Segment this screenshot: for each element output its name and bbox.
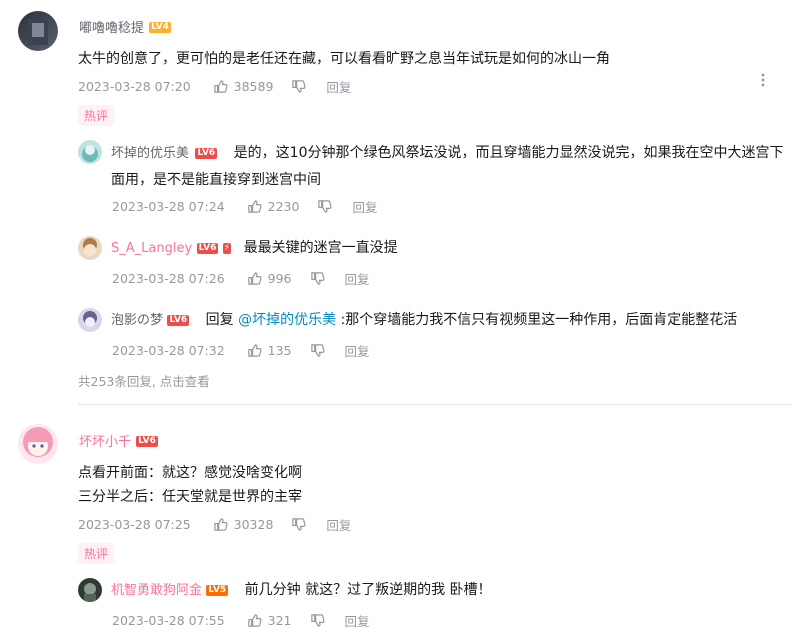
thumb-down-icon [310,272,325,285]
view-more-replies-link[interactable]: 共253条回复, 点击查看 [78,371,210,390]
comment-time: 2023-03-28 07:26 [112,271,225,286]
like-count: 996 [267,271,292,286]
comment-time: 2023-03-28 07:25 [78,517,191,532]
like-count: 135 [267,343,292,358]
like-button[interactable]: 135 [247,343,292,358]
username[interactable]: 坏坏小千 [79,435,131,450]
comment-content: 点看开前面：就这？感觉没啥变化啊 三分半之后：任天堂就是世界的主宰 [78,461,302,509]
thumb-down-icon [292,518,306,531]
reply-content-block: 坏掉的优乐美 LV6 是的，这10分钟那个绿色风祭坛没说，而且穿墙能力显然没说完… [111,140,793,193]
username[interactable]: 机智勇敢狗阿金 [111,583,202,598]
thumb-down-icon [318,200,332,213]
like-count: 38589 [233,79,274,94]
username[interactable]: 泡影の梦 [111,313,163,328]
avatar-image [83,311,97,327]
avatar[interactable] [78,236,102,260]
username[interactable]: S_A_Langley [111,241,192,256]
reply-content: 最最关键的迷宫一直没提 [243,240,398,256]
reply-button[interactable]: 回复 [326,515,351,534]
avatar[interactable] [78,578,102,602]
reply-content-block: S_A_Langley LV6 ⚡ 最最关键的迷宫一直没提 [111,236,398,261]
comment-line: 三分半之后：任天堂就是世界的主宰 [78,489,302,505]
reply-content-block: 机智勇敢狗阿金 LV5 前几分钟 就这？过了叛逆期的我 卧槽！ [111,578,492,603]
comment-header: 嘟嚕嚕稔提 LV4 [79,17,171,36]
dislike-button[interactable] [310,343,325,358]
avatar-image [23,427,53,457]
comment-meta: 2023-03-28 07:25 30328 回复 [78,515,351,534]
dislike-button[interactable] [317,199,332,214]
dislike-button[interactable] [310,271,325,286]
thumb-down-icon [310,344,325,357]
username[interactable]: 嘟嚕嚕稔提 [79,21,144,36]
hot-comment-tag: 热评 [78,105,115,126]
mention-link[interactable]: @坏掉的优乐美 [238,312,336,328]
avatar[interactable] [18,424,58,464]
comment-time: 2023-03-28 07:24 [112,199,225,214]
like-button[interactable]: 2230 [247,199,300,214]
reply-content: 前几分钟 就这？过了叛逆期的我 卧槽！ [244,582,492,598]
level-badge: LV6 [136,436,158,447]
lightning-icon: ⚡ [222,242,232,254]
thumb-up-icon [213,80,228,93]
avatar-image [83,238,97,256]
reply-button[interactable]: 回复 [345,341,370,360]
reply-button[interactable]: 回复 [352,197,377,216]
thumb-down-icon [292,80,306,93]
level-badge: LV6 [196,242,219,254]
avatar-image [84,583,96,602]
reply-button[interactable]: 回复 [345,269,370,288]
comment-meta: 2023-03-28 07:20 38589 回复 [78,77,351,96]
like-button[interactable]: 996 [247,271,292,286]
comment-time: 2023-03-28 07:20 [78,79,191,94]
level-badge: LV6 [167,314,190,326]
reply-prefix: 回复 [205,312,239,328]
avatar-image [82,145,98,162]
reply-meta: 2023-03-28 07:26 996 回复 [112,269,370,288]
level-badge: LV4 [149,22,171,33]
avatar[interactable] [78,308,102,332]
thumb-up-icon [247,200,262,213]
level-badge: LV5 [206,584,229,596]
dislike-button[interactable] [291,79,306,94]
comment-divider [78,404,792,405]
more-vertical-icon[interactable] [758,71,768,93]
comment-time: 2023-03-28 07:32 [112,343,225,358]
reply-meta: 2023-03-28 07:24 2230 回复 [112,197,377,216]
level-badge: LV6 [195,147,218,159]
avatar[interactable] [78,140,102,164]
thumb-up-icon [247,344,262,357]
username[interactable]: 坏掉的优乐美 [111,146,189,161]
comment-line: 点看开前面：就这？感觉没啥变化啊 [78,465,302,481]
avatar[interactable] [18,11,58,51]
avatar-image [28,19,48,45]
thumb-up-icon [247,272,262,285]
dislike-button[interactable] [291,517,306,532]
thumb-up-icon [213,518,228,531]
hot-comment-tag: 热评 [78,543,115,564]
reply-meta: 2023-03-28 07:32 135 回复 [112,341,370,360]
reply-content-block: 泡影の梦 LV6 回复 @坏掉的优乐美 :那个穿墙能力我不信只有视频里这一种作用… [111,308,737,333]
comment-header: 坏坏小千 LV6 [79,431,158,450]
reply-button[interactable]: 回复 [326,77,351,96]
like-count: 30328 [233,517,274,532]
like-button[interactable]: 30328 [213,517,274,532]
like-count: 2230 [267,199,300,214]
like-button[interactable]: 38589 [213,79,274,94]
comment-content: 太牛的创意了，更可怕的是老任还在藏，可以看看旷野之息当年试玩是如何的冰山一角 [78,51,610,67]
reply-content: :那个穿墙能力我不信只有视频里这一种作用，后面肯定能整花活 [336,312,738,328]
